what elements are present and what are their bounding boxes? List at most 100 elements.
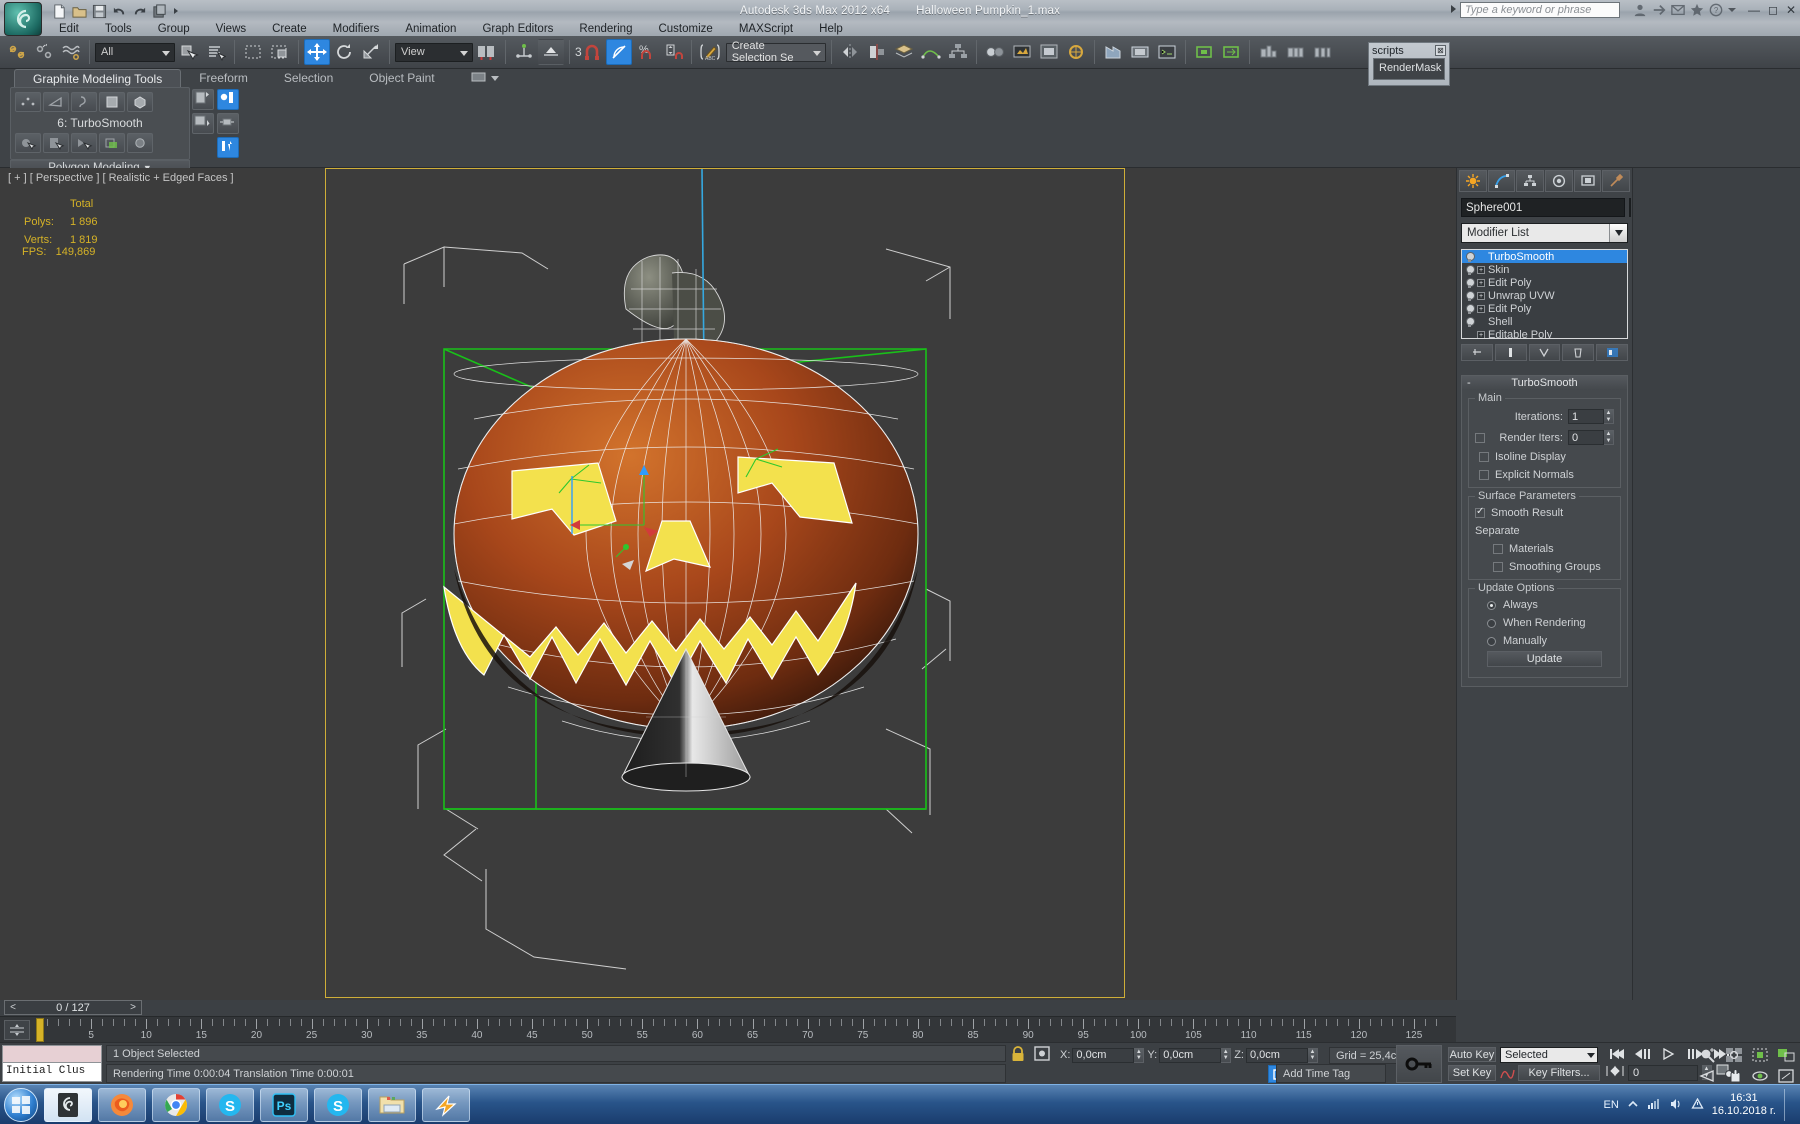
prev-frame-icon[interactable]: < xyxy=(5,1002,21,1013)
quick-render-icon[interactable] xyxy=(1100,39,1126,65)
zoom-all-icon[interactable] xyxy=(1722,1045,1746,1064)
update-manually-row[interactable]: Manually xyxy=(1475,635,1614,647)
undo-icon[interactable] xyxy=(112,4,127,19)
x-input[interactable] xyxy=(1072,1047,1135,1063)
graphite-ribbon[interactable]: Graphite Modeling Tools Freeform Selecti… xyxy=(0,69,1800,176)
x-coordinate-field[interactable]: X: ▲▼ xyxy=(1060,1047,1145,1063)
info-center-icons[interactable]: ? xyxy=(1633,3,1742,17)
pan-icon[interactable] xyxy=(1722,1066,1746,1085)
generate-topology-icon[interactable] xyxy=(192,89,214,110)
percent-snap-toggle-icon[interactable]: % xyxy=(633,39,659,65)
quick-access-toolbar[interactable] xyxy=(52,2,178,20)
zoom-extents-icon[interactable] xyxy=(1748,1045,1772,1064)
show-end-result-icon[interactable] xyxy=(217,89,239,110)
snap-toggle-icon[interactable] xyxy=(538,39,564,65)
status-bar[interactable]: Initial Clus 1 Object Selected Rendering… xyxy=(0,1042,1800,1084)
collapse-stack-icon[interactable] xyxy=(192,113,214,134)
iterations-input[interactable] xyxy=(1568,409,1604,424)
select-link-icon[interactable] xyxy=(4,39,30,65)
scripting-listener-icon[interactable] xyxy=(1154,39,1180,65)
separate-smoothing-groups-checkbox[interactable] xyxy=(1493,562,1503,572)
sub-object-level-buttons[interactable] xyxy=(11,88,189,112)
object-name-row[interactable] xyxy=(1461,198,1631,217)
minimize-button[interactable]: — xyxy=(1748,3,1760,17)
zoom-region-icon[interactable] xyxy=(1774,1045,1798,1064)
remove-modifier-icon[interactable] xyxy=(1562,344,1595,361)
ring-loop-icon[interactable] xyxy=(127,133,153,153)
restore-button[interactable]: ◻ xyxy=(1768,3,1778,17)
taskbar-clock[interactable]: 16:31 16.10.2018 r. xyxy=(1712,1092,1776,1118)
z-input[interactable] xyxy=(1245,1047,1308,1063)
explorer-icon[interactable] xyxy=(368,1087,416,1122)
volume-icon[interactable] xyxy=(1669,1098,1683,1113)
object-name-field[interactable] xyxy=(1461,198,1625,217)
orbit-icon[interactable] xyxy=(1748,1066,1772,1085)
selection-action-buttons[interactable] xyxy=(11,130,189,153)
new-file-icon[interactable] xyxy=(52,3,67,19)
frame-indicator[interactable]: < 0 / 127 > xyxy=(4,1000,142,1015)
ribbon-mini-buttons[interactable] xyxy=(192,89,239,158)
go-to-start-icon[interactable] xyxy=(1606,1045,1628,1063)
border-icon[interactable] xyxy=(71,92,97,112)
isoline-display-checkbox[interactable] xyxy=(1479,452,1489,462)
menu-item-animation[interactable]: Animation xyxy=(392,22,469,36)
edit-named-selection-sets-icon[interactable]: ABC xyxy=(697,39,723,65)
modifier-stack-toolbar[interactable] xyxy=(1461,344,1628,361)
skype-icon[interactable]: S xyxy=(206,1087,254,1122)
snaps-toggle-icon[interactable] xyxy=(579,39,605,65)
absolute-relative-mode-icon[interactable] xyxy=(1033,1045,1051,1065)
3ds-max-taskbar-icon[interactable] xyxy=(44,1087,92,1122)
spinner-snap-toggle-icon[interactable] xyxy=(660,39,686,65)
communication-center-icon[interactable] xyxy=(1671,3,1685,17)
separate-materials-row[interactable]: Materials xyxy=(1475,543,1614,555)
container-inherit-icon[interactable] xyxy=(1218,39,1244,65)
curve-editor-icon[interactable] xyxy=(918,39,944,65)
separate-materials-checkbox[interactable] xyxy=(1493,544,1503,554)
open-file-icon[interactable] xyxy=(72,4,87,19)
menu-item-help[interactable]: Help xyxy=(806,22,856,36)
action-center-icon[interactable] xyxy=(1691,1097,1704,1113)
update-manually-radio[interactable] xyxy=(1487,636,1496,646)
select-object-icon[interactable] xyxy=(176,39,202,65)
field-of-view-icon[interactable] xyxy=(1696,1066,1720,1085)
light-bulb-icon[interactable] xyxy=(1465,251,1475,262)
make-planar-icon[interactable] xyxy=(217,137,239,158)
expand-icon[interactable]: + xyxy=(1477,304,1485,313)
window-controls[interactable]: — ◻ ✕ xyxy=(1748,3,1796,17)
scripts-floater[interactable]: scripts ⊠ RenderMask xyxy=(1368,42,1450,86)
make-unique-icon[interactable] xyxy=(1528,344,1561,361)
select-rotate-icon[interactable] xyxy=(331,39,357,65)
add-time-tag-button[interactable]: Add Time Tag xyxy=(1276,1064,1386,1083)
rollout-header[interactable]: - TurboSmooth xyxy=(1462,376,1627,390)
select-by-vertex-icon[interactable] xyxy=(15,133,41,153)
z-coordinate-field[interactable]: Z: ▲▼ xyxy=(1234,1047,1318,1063)
favorites-icon[interactable] xyxy=(1690,3,1704,17)
system-tray[interactable]: EN 16:31 16.10.2018 r. xyxy=(1603,1085,1798,1124)
menu-item-views[interactable]: Views xyxy=(203,22,259,36)
unlink-icon[interactable] xyxy=(31,39,57,65)
manage-sets-icon[interactable] xyxy=(1309,39,1335,65)
skype-icon[interactable]: S xyxy=(314,1087,362,1122)
modifier-stack[interactable]: TurboSmooth + Skin + Edit Poly + Unwrap … xyxy=(1461,249,1628,339)
scripts-floater-titlebar[interactable]: scripts ⊠ xyxy=(1369,43,1449,58)
vertex-icon[interactable] xyxy=(15,92,41,112)
selection-filter-dropdown[interactable]: All xyxy=(95,42,175,62)
help-chevron-down-icon[interactable] xyxy=(1728,3,1742,17)
close-button[interactable]: ✕ xyxy=(1786,3,1796,17)
select-by-angle-icon[interactable] xyxy=(71,133,97,153)
zoom-icon[interactable] xyxy=(1696,1045,1720,1064)
command-panel-tabs[interactable] xyxy=(1459,170,1631,192)
iterations-spinner[interactable]: ▲▼ xyxy=(1568,409,1614,424)
light-bulb-icon[interactable] xyxy=(1465,264,1475,275)
menu-item-modifiers[interactable]: Modifiers xyxy=(320,22,393,36)
spinner-arrows-icon[interactable]: ▲ ▼ xyxy=(1307,1047,1318,1063)
main-toolbar[interactable]: All View 3 % ABC Create Selection Se xyxy=(0,36,1800,69)
smooth-result-row[interactable]: Smooth Result xyxy=(1475,506,1614,519)
auto-key-button[interactable]: Auto Key xyxy=(1448,1047,1496,1062)
select-scale-icon[interactable] xyxy=(358,39,384,65)
viewport-label[interactable]: [ + ] [ Perspective ] [ Realistic + Edge… xyxy=(8,172,234,184)
menu-item-create[interactable]: Create xyxy=(259,22,320,36)
ribbon-column-left[interactable] xyxy=(192,89,214,158)
track-bar-area[interactable]: < 0 / 127 > 5 10 15 20 25 30 35 40 45 50 55 60 65 70 7… xyxy=(0,1000,1800,1042)
render-iters-input[interactable] xyxy=(1568,430,1604,445)
